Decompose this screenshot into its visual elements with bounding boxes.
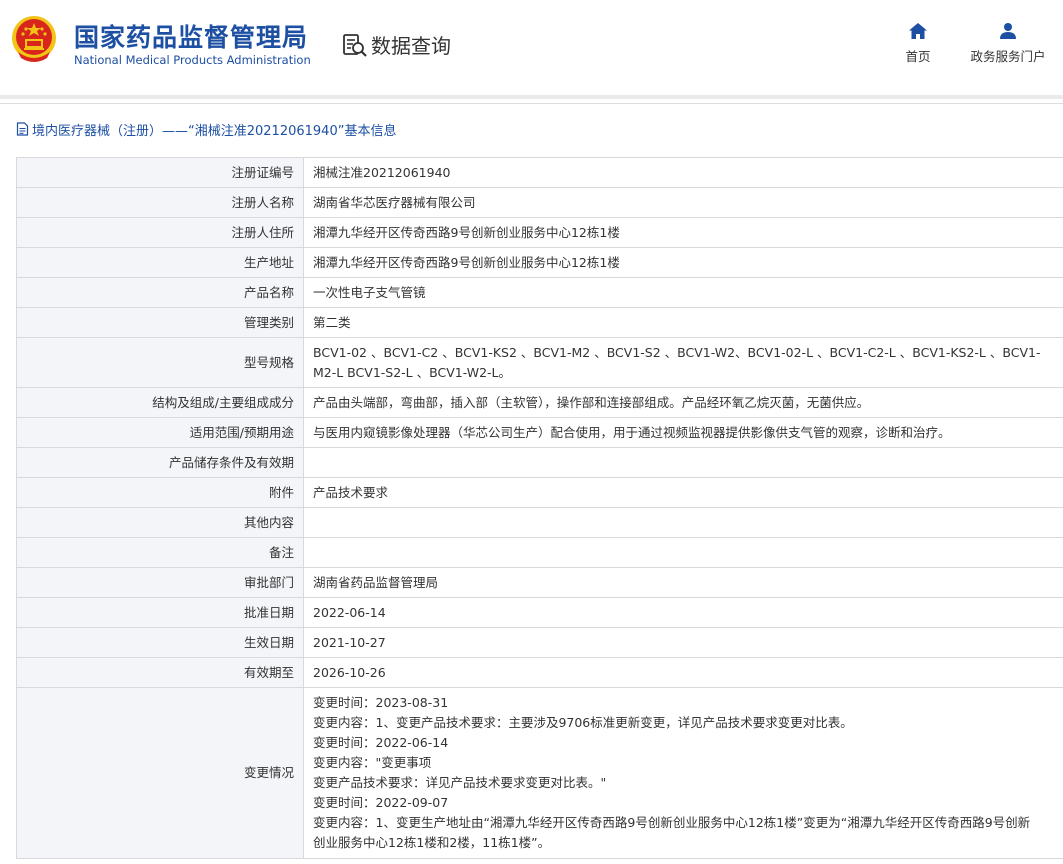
change-line: 变更时间：2023-08-31 <box>313 693 1054 713</box>
field-label: 生产地址 <box>17 248 304 278</box>
table-row: 其他内容 <box>17 508 1063 538</box>
change-line: 变更时间：2022-06-14 <box>313 733 1054 753</box>
org-name-en: National Medical Products Administration <box>74 53 311 67</box>
nav-home[interactable]: 首页 <box>904 22 932 65</box>
change-line: 创业服务中心12栋1楼和2楼，11栋1楼”。 <box>313 833 1054 853</box>
field-label: 审批部门 <box>17 568 304 598</box>
field-label: 适用范围/预期用途 <box>17 418 304 448</box>
field-label: 备注 <box>17 538 304 568</box>
national-emblem-icon[interactable] <box>10 14 58 64</box>
detail-panel: 境内医疗器械（注册）——“湘械注准20212061940”基本信息 注册证编号湘… <box>0 103 1063 864</box>
document-icon <box>16 122 29 136</box>
table-row: 注册人住所湘潭九华经开区传奇西路9号创新创业服务中心12栋1楼 <box>17 218 1063 248</box>
org-name-cn: 国家药品监督管理局 <box>74 18 308 54</box>
table-row: 附件产品技术要求 <box>17 478 1063 508</box>
change-line: 变更内容：1、变更生产地址由“湘潭九华经开区传奇西路9号创新创业服务中心12栋1… <box>313 813 1054 833</box>
change-line: 变更产品技术要求：详见产品技术要求变更对比表。" <box>313 773 1054 793</box>
field-value: 一次性电子支气管镜 <box>304 278 1063 308</box>
table-row: 产品储存条件及有效期 <box>17 448 1063 478</box>
field-label: 注册人住所 <box>17 218 304 248</box>
field-label: 型号规格 <box>17 338 304 388</box>
table-row: 生产地址湘潭九华经开区传奇西路9号创新创业服务中心12栋1楼 <box>17 248 1063 278</box>
field-value: 2026-10-26 <box>304 658 1063 688</box>
field-value: 与医用内窥镜影像处理器（华芯公司生产）配合使用，用于通过视频监视器提供影像供支气… <box>304 418 1063 448</box>
field-label: 批准日期 <box>17 598 304 628</box>
field-value: BCV1-02 、BCV1-C2 、BCV1-KS2 、BCV1-M2 、BCV… <box>304 338 1063 388</box>
table-row: 批准日期2022-06-14 <box>17 598 1063 628</box>
field-value: 湖南省华芯医疗器械有限公司 <box>304 188 1063 218</box>
field-label: 注册证编号 <box>17 158 304 188</box>
change-history-value: 变更时间：2023-08-31 变更内容：1、变更产品技术要求：主要涉及9706… <box>304 688 1063 859</box>
field-value: 湘械注准20212061940 <box>304 158 1063 188</box>
field-value <box>304 448 1063 478</box>
field-value <box>304 508 1063 538</box>
change-line: 变更时间：2022-09-07 <box>313 793 1054 813</box>
site-header: 国家药品监督管理局 National Medical Products Admi… <box>0 0 1063 95</box>
table-row: 适用范围/预期用途与医用内窥镜影像处理器（华芯公司生产）配合使用，用于通过视频监… <box>17 418 1063 448</box>
field-value: 2022-06-14 <box>304 598 1063 628</box>
user-icon <box>999 22 1017 40</box>
page-title-text: 境内医疗器械（注册）——“湘械注准20212061940”基本信息 <box>32 120 396 139</box>
field-value: 第二类 <box>304 308 1063 338</box>
page-title: 境内医疗器械（注册）——“湘械注准20212061940”基本信息 <box>16 116 396 142</box>
nav-portal-label: 政务服务门户 <box>970 49 1045 64</box>
field-value: 产品技术要求 <box>304 478 1063 508</box>
field-value: 湘潭九华经开区传奇西路9号创新创业服务中心12栋1楼 <box>304 248 1063 278</box>
field-value: 2021-10-27 <box>304 628 1063 658</box>
table-row: 型号规格BCV1-02 、BCV1-C2 、BCV1-KS2 、BCV1-M2 … <box>17 338 1063 388</box>
field-label: 注册人名称 <box>17 188 304 218</box>
table-row: 注册人名称湖南省华芯医疗器械有限公司 <box>17 188 1063 218</box>
table-row: 管理类别第二类 <box>17 308 1063 338</box>
table-row: 备注 <box>17 538 1063 568</box>
table-row: 结构及组成/主要组成成分产品由头端部，弯曲部，插入部（主软管），操作部和连接部组… <box>17 388 1063 418</box>
field-label: 管理类别 <box>17 308 304 338</box>
nav-home-label: 首页 <box>905 49 930 64</box>
field-label: 变更情况 <box>17 688 304 859</box>
field-label: 产品名称 <box>17 278 304 308</box>
change-line: 变更内容：1、变更产品技术要求：主要涉及9706标准更新变更，详见产品技术要求变… <box>313 713 1054 733</box>
data-query-label: 数据查询 <box>371 30 451 59</box>
field-value: 产品由头端部，弯曲部，插入部（主软管），操作部和连接部组成。产品经环氧乙烷灭菌，… <box>304 388 1063 418</box>
data-query-icon <box>342 32 368 58</box>
field-label: 附件 <box>17 478 304 508</box>
field-value: 湖南省药品监督管理局 <box>304 568 1063 598</box>
table-row: 审批部门湖南省药品监督管理局 <box>17 568 1063 598</box>
header-divider <box>0 95 1063 99</box>
field-value <box>304 538 1063 568</box>
table-row-change-history: 变更情况 变更时间：2023-08-31 变更内容：1、变更产品技术要求：主要涉… <box>17 688 1063 859</box>
registration-info-table: 注册证编号湘械注准20212061940 注册人名称湖南省华芯医疗器械有限公司 … <box>16 157 1063 859</box>
field-label: 产品储存条件及有效期 <box>17 448 304 478</box>
table-row: 生效日期2021-10-27 <box>17 628 1063 658</box>
data-query-title: 数据查询 <box>342 30 451 59</box>
table-row: 产品名称一次性电子支气管镜 <box>17 278 1063 308</box>
nav-service-portal[interactable]: 政务服务门户 <box>969 22 1047 65</box>
field-label: 有效期至 <box>17 658 304 688</box>
change-line: 变更内容："变更事项 <box>313 753 1054 773</box>
field-label: 其他内容 <box>17 508 304 538</box>
field-label: 生效日期 <box>17 628 304 658</box>
home-icon <box>908 22 928 40</box>
table-row: 注册证编号湘械注准20212061940 <box>17 158 1063 188</box>
field-value: 湘潭九华经开区传奇西路9号创新创业服务中心12栋1楼 <box>304 218 1063 248</box>
field-label: 结构及组成/主要组成成分 <box>17 388 304 418</box>
table-row: 有效期至2026-10-26 <box>17 658 1063 688</box>
